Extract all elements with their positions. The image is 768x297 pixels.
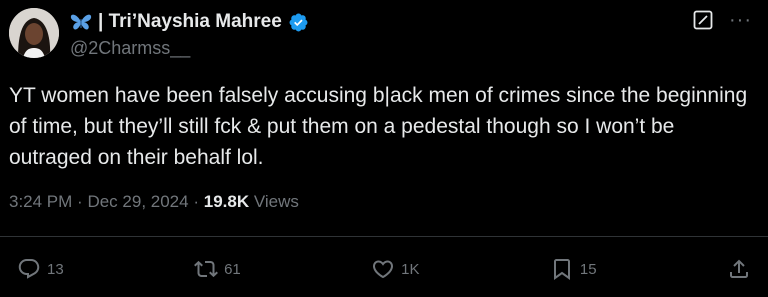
butterfly-icon bbox=[70, 14, 92, 30]
tweet-date[interactable]: Dec 29, 2024 bbox=[87, 192, 188, 211]
share-button[interactable] bbox=[727, 257, 751, 281]
bookmark-icon bbox=[553, 259, 570, 280]
tweet-text: YT women have been falsely accusing b|ac… bbox=[9, 84, 748, 169]
avatar[interactable] bbox=[9, 8, 59, 58]
views-label: Views bbox=[253, 192, 299, 211]
author-name-row[interactable]: | Tri’Nayshia Mahree bbox=[70, 11, 309, 33]
verified-badge-icon bbox=[289, 13, 308, 31]
tweet-top-actions: ··· bbox=[693, 10, 752, 30]
like-button[interactable]: 1K bbox=[371, 257, 420, 281]
like-count: 1K bbox=[401, 260, 420, 278]
tweet-time[interactable]: 3:24 PM bbox=[9, 192, 72, 211]
reply-count: 13 bbox=[47, 260, 64, 278]
tweet-action-bar: 13 61 1K 15 bbox=[17, 254, 751, 284]
meta-separator: · bbox=[193, 192, 199, 211]
bookmark-button[interactable]: 15 bbox=[550, 257, 597, 281]
author-display-name[interactable]: | Tri’Nayshia Mahree bbox=[98, 11, 282, 33]
more-options-icon[interactable]: ··· bbox=[729, 10, 752, 30]
reply-icon bbox=[18, 259, 40, 279]
tweet-meta: 3:24 PM · Dec 29, 2024 · 19.8K Views bbox=[9, 192, 299, 212]
meta-separator: · bbox=[77, 192, 83, 211]
avatar-image bbox=[9, 8, 59, 58]
divider bbox=[0, 236, 768, 237]
heart-icon bbox=[373, 260, 394, 279]
share-icon bbox=[729, 259, 748, 278]
repost-button[interactable]: 61 bbox=[194, 257, 241, 281]
author-handle[interactable]: @2Charmss__ bbox=[70, 38, 190, 59]
views-count: 19.8K bbox=[203, 192, 250, 211]
repost-icon bbox=[194, 260, 219, 278]
grok-icon[interactable] bbox=[693, 10, 713, 30]
repost-count: 61 bbox=[224, 260, 241, 278]
reply-button[interactable]: 13 bbox=[17, 257, 64, 281]
bookmark-count: 15 bbox=[579, 260, 597, 278]
